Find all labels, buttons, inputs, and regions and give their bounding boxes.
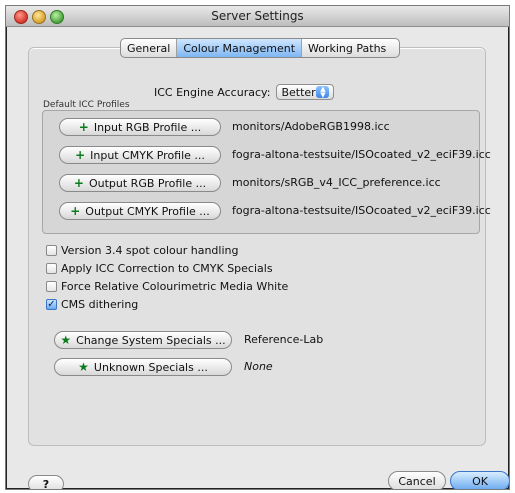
plus-icon: + bbox=[70, 204, 81, 218]
checkmark-icon: ✓ bbox=[47, 298, 56, 310]
checkbox[interactable]: ✓ bbox=[46, 299, 57, 310]
system-specials-value: Reference-Lab bbox=[244, 333, 324, 346]
output-rgb-profile-button[interactable]: + Output RGB Profile ... bbox=[59, 174, 221, 192]
input-rgb-profile-value: monitors/AdobeRGB1998.icc bbox=[232, 120, 390, 133]
output-cmyk-profile-button[interactable]: + Output CMYK Profile ... bbox=[59, 202, 221, 220]
plus-icon: + bbox=[73, 176, 84, 190]
output-rgb-profile-button-label: Output RGB Profile ... bbox=[88, 176, 207, 190]
icc-engine-accuracy-label: ICC Engine Accuracy: bbox=[154, 85, 271, 99]
icc-engine-accuracy-value: Better bbox=[281, 85, 316, 99]
output-cmyk-profile-value: fogra-altona-testsuite/ISOcoated_v2_eciF… bbox=[232, 204, 491, 217]
tab-colour-management[interactable]: Colour Management bbox=[177, 39, 303, 57]
ok-button[interactable]: OK bbox=[450, 471, 509, 489]
option-force-relative-media-white[interactable]: Force Relative Colourimetric Media White bbox=[46, 280, 288, 293]
cancel-button-label: Cancel bbox=[398, 474, 436, 488]
option-label: Force Relative Colourimetric Media White bbox=[61, 280, 289, 293]
plus-icon: + bbox=[75, 148, 86, 162]
star-icon: ★ bbox=[60, 333, 72, 347]
unknown-specials-button[interactable]: ★ Unknown Specials ... bbox=[54, 358, 232, 376]
change-system-specials-button[interactable]: ★ Change System Specials ... bbox=[54, 331, 232, 349]
input-rgb-profile-button[interactable]: + Input RGB Profile ... bbox=[59, 118, 221, 136]
option-cms-dithering[interactable]: ✓ CMS dithering bbox=[46, 298, 138, 311]
change-system-specials-button-label: Change System Specials ... bbox=[76, 333, 226, 347]
output-cmyk-profile-button-label: Output CMYK Profile ... bbox=[85, 204, 210, 218]
tab-bar: General Colour Management Working Paths bbox=[120, 38, 400, 58]
option-label: CMS dithering bbox=[61, 298, 139, 311]
ok-button-label: OK bbox=[472, 474, 488, 488]
cancel-button[interactable]: Cancel bbox=[388, 471, 446, 489]
option-spot-colour-handling[interactable]: Version 3.4 spot colour handling bbox=[46, 244, 238, 257]
input-cmyk-profile-button-label: Input CMYK Profile ... bbox=[90, 148, 205, 162]
input-cmyk-profile-button[interactable]: + Input CMYK Profile ... bbox=[59, 146, 221, 164]
output-rgb-profile-value: monitors/sRGB_v4_ICC_preference.icc bbox=[232, 176, 441, 189]
help-button[interactable]: ? bbox=[28, 475, 64, 490]
star-icon: ★ bbox=[78, 360, 89, 374]
icc-engine-accuracy-row: ICC Engine Accuracy: Better ▲ ▼ bbox=[154, 84, 335, 100]
option-apply-icc-correction[interactable]: Apply ICC Correction to CMYK Specials bbox=[46, 262, 273, 275]
server-settings-window: Server Settings General Colour Managemen… bbox=[5, 5, 510, 490]
updown-arrows-icon: ▲ ▼ bbox=[316, 86, 330, 99]
default-icc-profiles-title: Default ICC Profiles bbox=[43, 100, 130, 110]
checkbox[interactable] bbox=[46, 281, 57, 292]
input-rgb-profile-button-label: Input RGB Profile ... bbox=[93, 120, 202, 134]
option-label: Version 3.4 spot colour handling bbox=[61, 244, 239, 257]
unknown-specials-button-label: Unknown Specials ... bbox=[93, 360, 208, 374]
checkbox[interactable] bbox=[46, 245, 57, 256]
help-icon: ? bbox=[42, 477, 50, 490]
window-title: Server Settings bbox=[211, 9, 304, 23]
unknown-specials-value: None bbox=[244, 360, 273, 373]
tab-general[interactable]: General bbox=[121, 39, 178, 57]
input-cmyk-profile-value: fogra-altona-testsuite/ISOcoated_v2_eciF… bbox=[232, 148, 491, 161]
icc-engine-accuracy-select[interactable]: Better ▲ ▼ bbox=[276, 84, 335, 100]
tab-working-paths[interactable]: Working Paths bbox=[302, 39, 392, 57]
option-label: Apply ICC Correction to CMYK Specials bbox=[61, 262, 273, 275]
titlebar: Server Settings bbox=[6, 6, 509, 27]
plus-icon: + bbox=[78, 120, 89, 134]
checkbox[interactable] bbox=[46, 263, 57, 274]
